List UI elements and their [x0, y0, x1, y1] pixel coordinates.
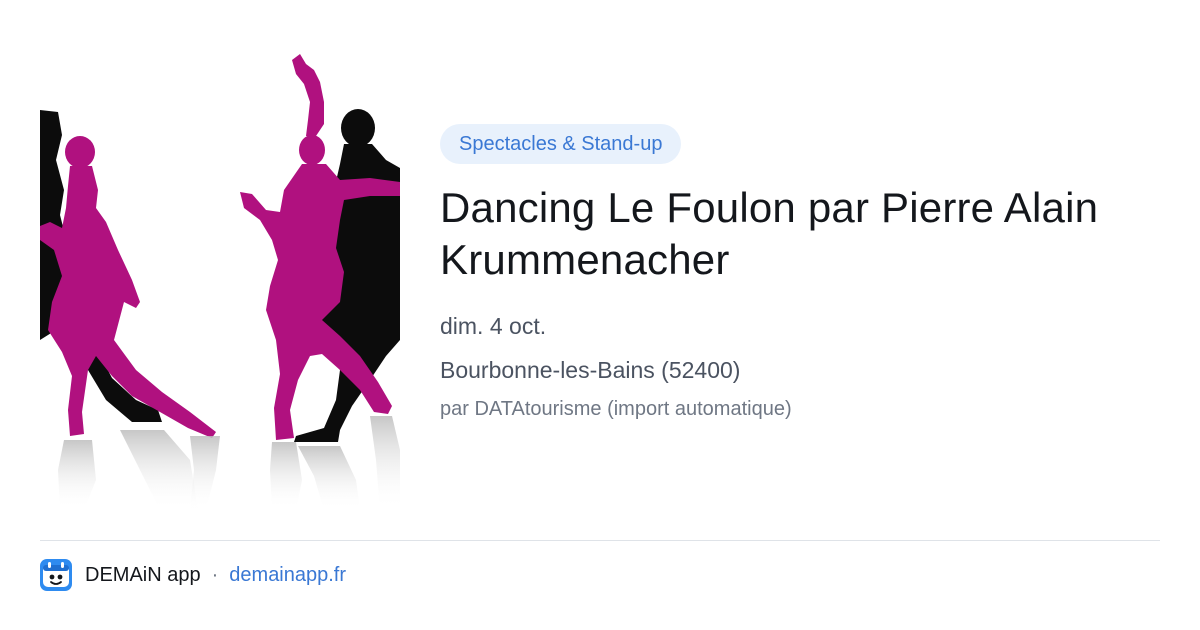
app-website-link[interactable]: demainapp.fr: [229, 564, 346, 587]
footer-divider: [40, 540, 1160, 541]
event-info: Spectacles & Stand-up Dancing Le Foulon …: [440, 124, 1160, 422]
demain-app-logo-icon: [40, 559, 72, 591]
footer-separator: ·: [211, 563, 219, 586]
event-title: Dancing Le Foulon par Pierre Alain Krumm…: [440, 184, 1099, 283]
category-tag[interactable]: Spectacles & Stand-up: [440, 124, 682, 164]
dancers-silhouette-illustration: [40, 40, 400, 510]
event-source: par DATAtourisme (import automatique): [440, 398, 792, 420]
footer: DEMAiN app · demainapp.fr: [40, 558, 346, 592]
event-date: dim. 4 oct.: [440, 313, 547, 339]
event-image: [40, 40, 400, 510]
event-location: Bourbonne-les-Bains (52400): [440, 357, 741, 383]
event-share-card: Spectacles & Stand-up Dancing Le Foulon …: [0, 0, 1200, 630]
app-name: DEMAiN app: [85, 563, 201, 586]
